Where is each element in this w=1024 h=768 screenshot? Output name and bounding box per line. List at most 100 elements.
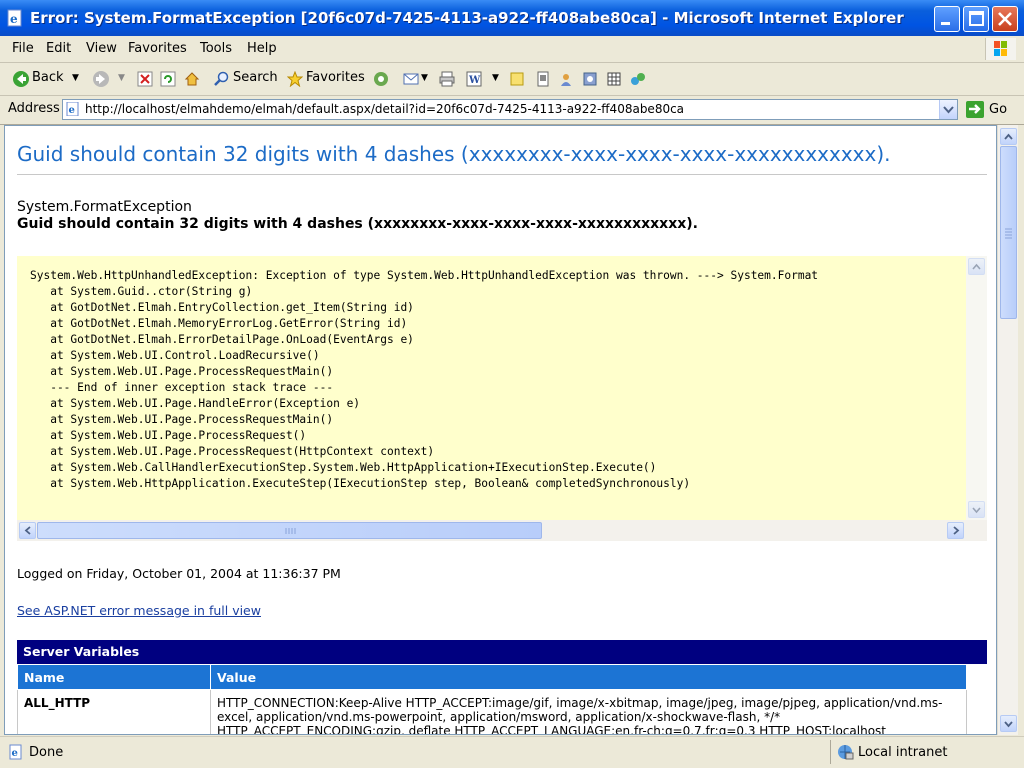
chevron-down-icon: [972, 507, 981, 514]
trace-vertical-scrollbar[interactable]: [966, 256, 987, 520]
done-icon: e: [9, 744, 22, 760]
title-divider: [17, 174, 987, 175]
menu-help[interactable]: Help: [247, 41, 277, 56]
close-icon: [998, 12, 1012, 26]
trace-line: at System.Web.UI.Page.ProcessRequestMain…: [30, 413, 334, 426]
menu-tools[interactable]: Tools: [200, 41, 232, 56]
trace-line: at GotDotNet.Elmah.ErrorDetailPage.OnLoa…: [30, 333, 414, 346]
forward-dropdown[interactable]: ▼: [118, 73, 125, 83]
go-button[interactable]: Go: [964, 99, 1018, 120]
windows-logo-icon: [994, 41, 1007, 56]
trace-scroll-down-button[interactable]: [968, 501, 985, 518]
table-row: ALL_HTTP HTTP_CONNECTION:Keep-Alive HTTP…: [17, 689, 967, 734]
favorites-icon[interactable]: [287, 71, 303, 87]
trace-line: at System.Web.UI.Page.ProcessRequestMain…: [30, 365, 334, 378]
security-zone-text: Local intranet: [858, 745, 948, 760]
status-text: Done: [29, 745, 64, 760]
chevron-up-icon: [972, 263, 981, 270]
scroll-down-button[interactable]: [1000, 715, 1017, 732]
page-scroll-thumb[interactable]: [1000, 146, 1017, 319]
trace-scroll-right-button[interactable]: [947, 522, 964, 539]
trace-line: at System.Web.UI.Page.ProcessRequest(): [30, 429, 307, 442]
ie-page-icon: e: [7, 9, 22, 27]
title-bar[interactable]: e Error: System.FormatException [20f6c07…: [0, 0, 1024, 36]
minimize-button[interactable]: [934, 6, 960, 32]
back-dropdown[interactable]: ▼: [72, 73, 79, 83]
page-title: Guid should contain 32 digits with 4 das…: [17, 142, 891, 166]
go-label: Go: [989, 102, 1008, 117]
research-icon[interactable]: [535, 71, 551, 87]
server-variables-header: Server Variables: [17, 640, 987, 664]
trace-line: at GotDotNet.Elmah.EntryCollection.get_I…: [30, 301, 414, 314]
grip-icon: [1005, 228, 1012, 239]
favorites-button[interactable]: Favorites: [306, 70, 365, 85]
table-header-row: Name Value: [17, 664, 967, 690]
close-button[interactable]: [992, 6, 1018, 32]
media-icon[interactable]: [373, 71, 389, 87]
standard-toolbar: Back ▼ ▼ Search Favorites ▼ W ▼: [0, 63, 1024, 96]
scroll-up-button[interactable]: [1000, 128, 1017, 145]
trace-line: --- End of inner exception stack trace -…: [30, 381, 334, 394]
exception-type: System.FormatException: [17, 199, 192, 215]
server-variables-table: Name Value ALL_HTTP HTTP_CONNECTION:Keep…: [17, 664, 967, 734]
variable-name: ALL_HTTP: [17, 689, 211, 734]
menu-file[interactable]: File: [12, 41, 34, 56]
maximize-button[interactable]: [963, 6, 989, 32]
print-icon[interactable]: [439, 71, 455, 87]
stack-trace: System.Web.HttpUnhandledException: Excep…: [30, 268, 818, 492]
stack-trace-box[interactable]: System.Web.HttpUnhandledException: Excep…: [17, 256, 987, 541]
menu-favorites[interactable]: Favorites: [128, 41, 187, 56]
chevron-down-icon: [1004, 721, 1013, 728]
status-bar: e Done Local intranet: [0, 736, 1024, 768]
back-icon[interactable]: [12, 70, 30, 88]
address-dropdown-button[interactable]: [939, 100, 957, 119]
svg-text:e: e: [12, 748, 18, 759]
exception-message: Guid should contain 32 digits with 4 das…: [17, 216, 698, 232]
server-variables-title: Server Variables: [23, 644, 140, 659]
search-button[interactable]: Search: [233, 70, 278, 85]
address-url: http://localhost/elmahdemo/elmah/default…: [85, 102, 685, 116]
trace-line: at System.Web.UI.Page.HandleError(Except…: [30, 397, 361, 410]
address-input[interactable]: e http://localhost/elmahdemo/elmah/defau…: [62, 99, 958, 120]
trace-line: at System.Web.UI.Control.LoadRecursive(): [30, 349, 320, 362]
full-view-link[interactable]: See ASP.NET error message in full view: [17, 603, 261, 618]
logged-on-text: Logged on Friday, October 01, 2004 at 11…: [17, 566, 341, 581]
menu-edit[interactable]: Edit: [46, 41, 71, 56]
windows-logo: [985, 38, 1016, 60]
edit-icon[interactable]: W: [466, 71, 482, 87]
chevron-up-icon: [1004, 133, 1013, 140]
messenger-icon[interactable]: [558, 71, 574, 87]
trace-scroll-up-button[interactable]: [968, 258, 985, 275]
page-content[interactable]: Guid should contain 32 digits with 4 das…: [4, 125, 997, 735]
mail-icon[interactable]: [403, 71, 419, 87]
column-header-name: Name: [17, 664, 211, 690]
home-icon[interactable]: [184, 71, 200, 87]
stop-icon[interactable]: [137, 71, 153, 87]
tool-icon-2[interactable]: [606, 71, 622, 87]
svg-text:e: e: [10, 12, 18, 26]
refresh-icon[interactable]: [160, 71, 176, 87]
edit-dropdown[interactable]: ▼: [492, 73, 499, 83]
column-header-value: Value: [210, 664, 967, 690]
maximize-icon: [969, 11, 984, 26]
chevron-down-icon: [943, 106, 954, 114]
back-button[interactable]: Back: [32, 70, 64, 85]
forward-icon[interactable]: [92, 70, 110, 88]
trace-line: System.Web.HttpUnhandledException: Excep…: [30, 269, 819, 282]
grip-icon: [285, 528, 296, 534]
tool-icon-3[interactable]: [630, 71, 646, 87]
mail-dropdown[interactable]: ▼: [421, 73, 428, 83]
minimize-icon: [941, 22, 950, 25]
trace-horizontal-scrollbar[interactable]: [17, 520, 987, 541]
page-vertical-scrollbar[interactable]: [997, 125, 1018, 735]
search-icon[interactable]: [214, 71, 230, 87]
go-icon: [966, 101, 984, 118]
browser-window: e Error: System.FormatException [20f6c07…: [0, 0, 1024, 768]
svg-text:W: W: [468, 75, 481, 86]
trace-scroll-thumb[interactable]: [37, 522, 542, 539]
trace-scroll-left-button[interactable]: [19, 522, 36, 539]
window-title: Error: System.FormatException [20f6c07d-…: [30, 9, 904, 27]
discuss-icon[interactable]: [509, 71, 525, 87]
menu-view[interactable]: View: [86, 41, 117, 56]
tool-icon-1[interactable]: [582, 71, 598, 87]
